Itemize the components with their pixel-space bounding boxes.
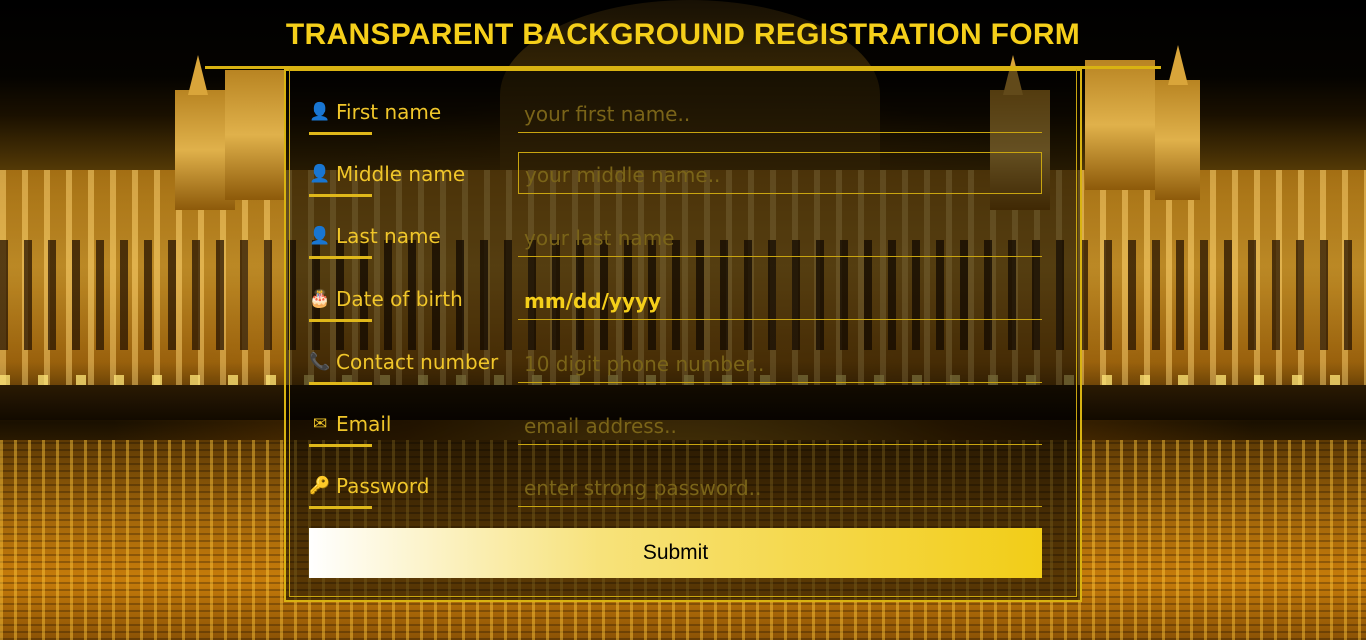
label-underline bbox=[309, 256, 372, 259]
phone-icon: 📞 bbox=[309, 352, 331, 372]
background-tower bbox=[1085, 60, 1155, 190]
label-underline bbox=[309, 382, 372, 385]
birthday-cake-icon: 🎂 bbox=[309, 289, 331, 309]
contact-number-label-text: Contact number bbox=[336, 350, 499, 374]
contact-number-label: 📞 Contact number bbox=[309, 341, 498, 383]
last-name-label: 👤 Last name bbox=[309, 215, 441, 257]
label-underline bbox=[309, 194, 372, 197]
label-underline bbox=[309, 506, 372, 509]
form-panel bbox=[284, 69, 1082, 602]
form-row-contact-number: 📞 Contact number bbox=[309, 341, 1042, 385]
first-name-label: 👤 First name bbox=[309, 91, 441, 133]
form-row-middle-name: 👤 Middle name bbox=[309, 152, 1042, 197]
user-icon: 👤 bbox=[309, 226, 331, 246]
envelope-icon: ✉ bbox=[312, 414, 328, 434]
submit-button[interactable]: Submit bbox=[309, 528, 1042, 578]
first-name-label-text: First name bbox=[336, 100, 442, 124]
background-tower bbox=[225, 70, 285, 200]
contact-number-input[interactable] bbox=[518, 341, 1042, 383]
form-row-last-name: 👤 Last name bbox=[309, 215, 1042, 259]
email-label-text: Email bbox=[336, 412, 392, 436]
middle-name-label: 👤 Middle name bbox=[309, 153, 465, 195]
label-underline bbox=[309, 444, 372, 447]
label-underline bbox=[309, 132, 372, 135]
last-name-label-text: Last name bbox=[336, 224, 441, 248]
middle-name-input[interactable] bbox=[518, 152, 1042, 194]
background-tower bbox=[1155, 80, 1200, 200]
key-icon: 🔑 bbox=[309, 476, 331, 496]
form-row-email: ✉ Email bbox=[309, 403, 1042, 447]
first-name-input[interactable] bbox=[518, 91, 1042, 133]
date-of-birth-input[interactable] bbox=[518, 278, 1042, 320]
label-underline bbox=[309, 319, 372, 322]
email-input[interactable] bbox=[518, 403, 1042, 445]
password-input[interactable] bbox=[518, 465, 1042, 507]
user-icon: 👤 bbox=[309, 102, 331, 122]
date-of-birth-label-text: Date of birth bbox=[336, 287, 463, 311]
date-of-birth-label: 🎂 Date of birth bbox=[309, 278, 463, 320]
form-row-first-name: 👤 First name bbox=[309, 91, 1042, 135]
password-label: 🔑 Password bbox=[309, 465, 429, 507]
last-name-input[interactable] bbox=[518, 215, 1042, 257]
page-title: TRANSPARENT BACKGROUND REGISTRATION FORM bbox=[285, 18, 1081, 51]
background-spire bbox=[188, 55, 208, 95]
form-row-password: 🔑 Password bbox=[309, 465, 1042, 509]
email-label: ✉ Email bbox=[309, 403, 392, 445]
middle-name-label-text: Middle name bbox=[336, 162, 466, 186]
form-row-date-of-birth: 🎂 Date of birth bbox=[309, 278, 1042, 322]
user-icon: 👤 bbox=[309, 164, 331, 184]
password-label-text: Password bbox=[336, 474, 430, 498]
